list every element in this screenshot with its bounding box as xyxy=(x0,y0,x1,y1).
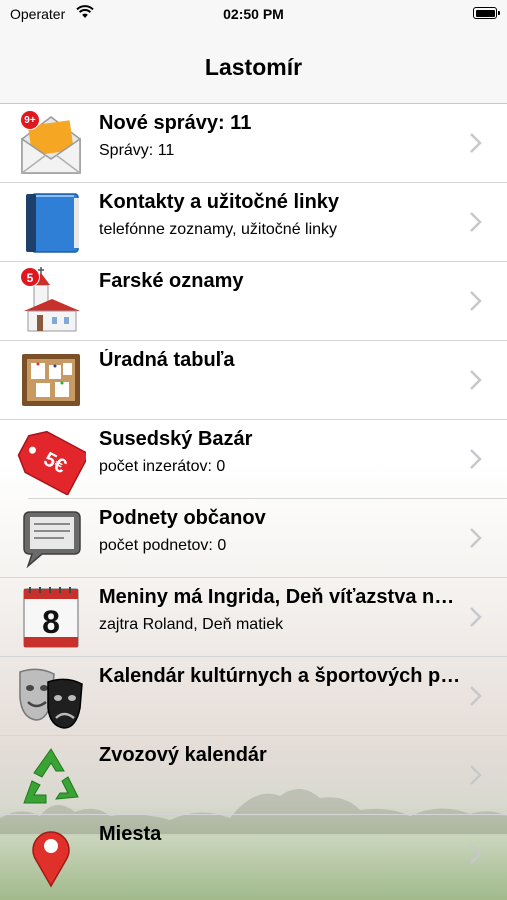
item-subtitle: počet podnetov: 0 xyxy=(99,537,227,554)
address-book-icon xyxy=(26,193,79,253)
navigation-bar: Lastomír xyxy=(0,28,507,104)
bulletin-board-icon xyxy=(22,354,80,406)
chevron-right-icon xyxy=(470,449,482,469)
calendar-icon: 8 xyxy=(23,587,79,648)
item-subtitle: počet inzerátov: 0 xyxy=(99,458,226,475)
notice-count-badge: 5 xyxy=(20,267,40,287)
item-title: Susedský Bazár xyxy=(99,428,253,450)
chevron-right-icon xyxy=(470,686,482,706)
item-subtitle: Správy: 11 xyxy=(99,142,175,159)
list-item-official-board[interactable]: Úradná tabuľa xyxy=(0,341,507,420)
list-item-events-calendar[interactable]: Kalendár kultúrnych a športových podujat… xyxy=(0,657,507,736)
item-title: Kalendár kultúrnych a športových podujat… xyxy=(99,665,464,687)
item-subtitle: telefónne zoznamy, užitočné linky xyxy=(99,221,338,238)
chevron-right-icon xyxy=(470,528,482,548)
calendar-day-number: 8 xyxy=(42,604,60,640)
list-item-contacts[interactable]: Kontakty a užitočné linky telefónne zozn… xyxy=(0,183,507,262)
list-item-parish-notices[interactable]: 5 Farské oznamy xyxy=(0,262,507,341)
item-title: Nové správy: 11 xyxy=(99,112,252,134)
chevron-right-icon xyxy=(470,844,482,864)
chevron-right-icon xyxy=(470,370,482,390)
item-title: Miesta xyxy=(99,823,162,845)
list-item-bazaar[interactable]: 5€ Susedský Bazár počet inzerátov: 0 xyxy=(0,420,507,499)
chevron-right-icon xyxy=(470,765,482,785)
status-bar: Operater 02:50 PM xyxy=(0,0,507,28)
chevron-right-icon xyxy=(470,212,482,232)
list-item-citizen-suggestions[interactable]: Podnety občanov počet podnetov: 0 xyxy=(0,499,507,578)
item-title: Podnety občanov xyxy=(99,507,266,529)
item-title: Meniny má Ingrida, Deň víťazstva nad faš… xyxy=(99,586,464,608)
page-title: Lastomír xyxy=(204,54,303,80)
item-title: Farské oznamy xyxy=(99,270,244,292)
battery-icon xyxy=(473,7,500,19)
unread-badge: 9+ xyxy=(20,110,40,130)
item-title: Úradná tabuľa xyxy=(99,349,235,371)
item-title: Kontakty a užitočné linky xyxy=(99,191,340,213)
map-pin-icon xyxy=(32,831,70,888)
list-item-places[interactable]: Miesta xyxy=(0,815,507,894)
clock: 02:50 PM xyxy=(223,6,284,22)
item-title: Zvozový kalendár xyxy=(99,744,267,766)
list-item-name-day[interactable]: 8 Meniny má Ingrida, Deň víťazstva nad f… xyxy=(0,578,507,657)
speech-bubble-icon xyxy=(23,511,81,569)
chevron-right-icon xyxy=(470,607,482,627)
theater-masks-icon xyxy=(19,668,83,729)
chevron-right-icon xyxy=(470,291,482,311)
recycle-icon xyxy=(23,748,79,804)
price-tag-icon: 5€ xyxy=(17,430,86,495)
list-item-waste-collection[interactable]: Zvozový kalendár xyxy=(0,736,507,815)
list-item-new-messages[interactable]: 9+ Nové správy: 11 Správy: 11 xyxy=(0,104,507,183)
chevron-right-icon xyxy=(470,133,482,153)
item-subtitle: zajtra Roland, Deň matiek xyxy=(99,616,284,633)
menu-list: 9+ Nové správy: 11 Správy: 11 Kontakty a… xyxy=(0,104,507,894)
